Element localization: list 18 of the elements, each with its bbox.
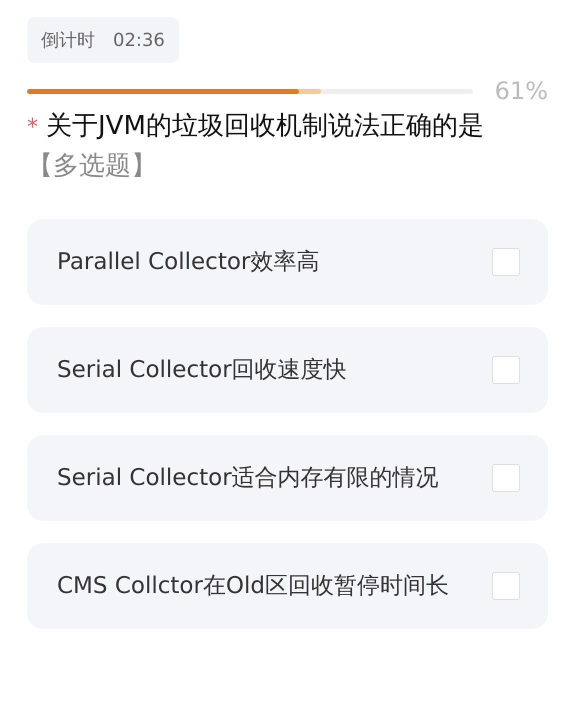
question-text: 关于JVM的垃圾回收机制说法正确的是 [46, 111, 484, 141]
option-card[interactable]: Serial Collector回收速度快 [27, 327, 548, 413]
countdown-time: 02:36 [113, 30, 165, 50]
option-label: Parallel Collector效率高 [57, 248, 320, 277]
progress-percent: 61% [494, 77, 548, 105]
countdown-label: 倒计时 [41, 29, 95, 52]
option-label: CMS Collctor在Old区回收暂停时间长 [57, 572, 450, 601]
question-type-tag: 【多选题】 [27, 151, 157, 181]
checkbox[interactable] [492, 572, 520, 600]
required-mark: * [27, 115, 38, 140]
option-label: Serial Collector回收速度快 [57, 356, 347, 385]
checkbox[interactable] [492, 356, 520, 384]
checkbox[interactable] [492, 464, 520, 492]
option-card[interactable]: Parallel Collector效率高 [27, 219, 548, 305]
option-card[interactable]: CMS Collctor在Old区回收暂停时间长 [27, 543, 548, 629]
option-card[interactable]: Serial Collector适合内存有限的情况 [27, 435, 548, 521]
option-label: Serial Collector适合内存有限的情况 [57, 464, 439, 493]
checkbox[interactable] [492, 248, 520, 276]
